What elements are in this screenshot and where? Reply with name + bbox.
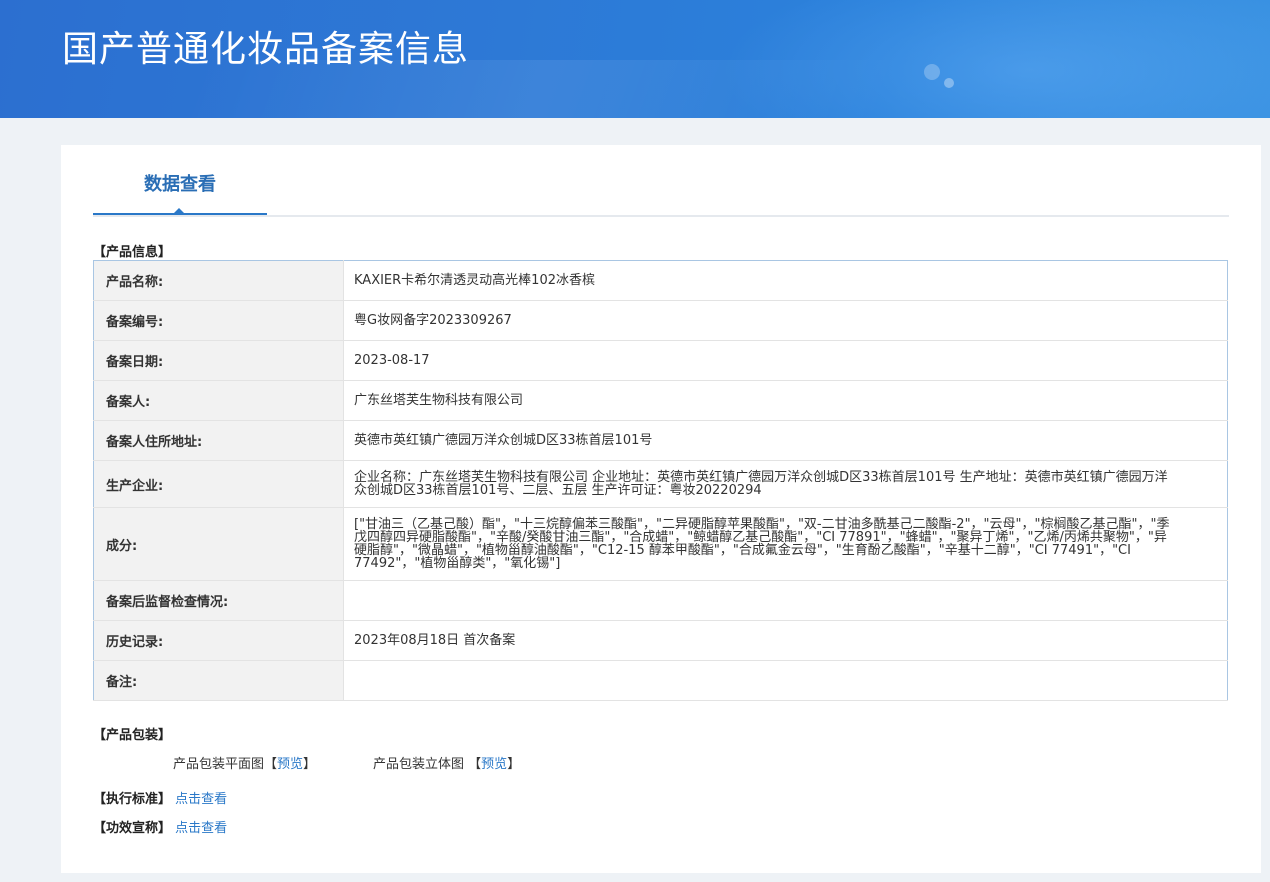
bracket-close: 】 [507, 757, 521, 772]
row-value: KAXIER卡希尔清透灵动高光棒102冰香槟 [343, 260, 1228, 301]
product-info-table: 产品名称: KAXIER卡希尔清透灵动高光棒102冰香槟 备案编号: 粤G妆网备… [93, 260, 1228, 701]
efficacy-title: 【功效宣称】 [93, 821, 172, 836]
standard-view-link[interactable]: 点击查看 [175, 792, 227, 807]
tab-bar: 数据查看 [93, 163, 1229, 217]
table-row: 成分: ["甘油三（乙基己酸）酯"，"十三烷醇偏苯三酸酯"，"二异硬脂醇苹果酸酯… [93, 507, 1228, 581]
row-value [343, 580, 1228, 621]
efficacy-view-link[interactable]: 点击查看 [175, 821, 227, 836]
package-solid-label: 产品包装立体图 [373, 757, 465, 772]
row-label: 备案日期: [93, 340, 344, 381]
table-row: 备案编号: 粤G妆网备字2023309267 [93, 300, 1228, 341]
table-row: 备案后监督检查情况: [93, 580, 1228, 621]
efficacy-row: 【功效宣称】 点击查看 [93, 817, 227, 836]
row-label: 备注: [93, 660, 344, 701]
row-label: 成分: [93, 507, 344, 581]
bracket-open: 【 [468, 757, 482, 772]
row-value: 广东丝塔芙生物科技有限公司 [343, 380, 1228, 421]
table-row: 产品名称: KAXIER卡希尔清透灵动高光棒102冰香槟 [93, 260, 1228, 301]
row-label: 产品名称: [93, 260, 344, 301]
package-flat-item: 产品包装平面图【预览】 [173, 753, 316, 772]
row-label: 历史记录: [93, 620, 344, 661]
product-info-title: 【产品信息】 [93, 245, 172, 260]
standard-row: 【执行标准】 点击查看 [93, 788, 227, 807]
row-label: 备案人住所地址: [93, 420, 344, 461]
tab-data-view[interactable]: 数据查看 [93, 163, 267, 215]
table-row: 备案日期: 2023-08-17 [93, 340, 1228, 381]
page-title: 国产普通化妆品备案信息 [62, 29, 470, 70]
table-row: 备案人: 广东丝塔芙生物科技有限公司 [93, 380, 1228, 421]
row-value [343, 660, 1228, 701]
package-flat-label: 产品包装平面图 [173, 757, 265, 772]
header-banner: 国产普通化妆品备案信息 [0, 0, 1270, 118]
row-label: 备案编号: [93, 300, 344, 341]
preview-flat-link[interactable]: 预览 [277, 757, 303, 772]
preview-solid-link[interactable]: 预览 [481, 757, 507, 772]
table-row: 备案人住所地址: 英德市英红镇广德园万洋众创城D区33栋首层101号 [93, 420, 1228, 461]
table-row: 历史记录: 2023年08月18日 首次备案 [93, 620, 1228, 661]
table-row: 备注: [93, 660, 1228, 701]
row-value: 2023年08月18日 首次备案 [343, 620, 1228, 661]
row-value: 2023-08-17 [343, 340, 1228, 381]
row-label: 生产企业: [93, 460, 344, 508]
banner-dot [924, 64, 940, 80]
row-value: 英德市英红镇广德园万洋众创城D区33栋首层101号 [343, 420, 1228, 461]
bracket-close: 】 [303, 757, 317, 772]
row-label: 备案后监督检查情况: [93, 580, 344, 621]
row-label: 备案人: [93, 380, 344, 421]
standard-title: 【执行标准】 [93, 792, 172, 807]
row-value: 企业名称：广东丝塔芙生物科技有限公司 企业地址：英德市英红镇广德园万洋众创城D区… [343, 460, 1228, 508]
bracket-open: 【 [264, 757, 278, 772]
package-solid-item: 产品包装立体图 【预览】 [373, 753, 520, 772]
table-row: 生产企业: 企业名称：广东丝塔芙生物科技有限公司 企业地址：英德市英红镇广德园万… [93, 460, 1228, 508]
content-card: 数据查看 【产品信息】 产品名称: KAXIER卡希尔清透灵动高光棒102冰香槟… [61, 145, 1261, 873]
row-value: 粤G妆网备字2023309267 [343, 300, 1228, 341]
tab-label: 数据查看 [144, 174, 216, 195]
banner-dot [944, 78, 954, 88]
row-value: ["甘油三（乙基己酸）酯"，"十三烷醇偏苯三酸酯"，"二异硬脂醇苹果酸酯"，"双… [343, 507, 1228, 581]
tab-indicator-caret [173, 208, 185, 214]
package-title: 【产品包装】 [93, 728, 172, 743]
